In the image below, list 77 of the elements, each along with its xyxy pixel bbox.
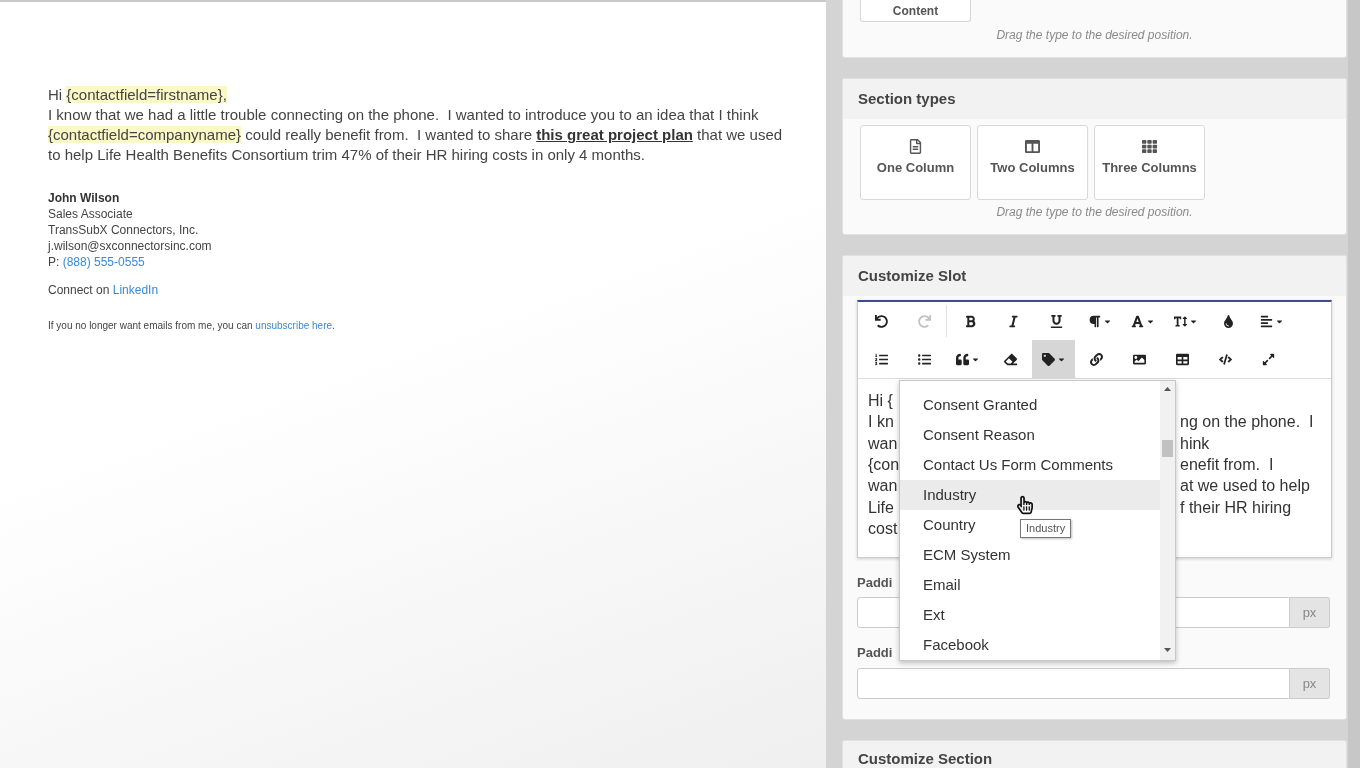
signature-company: TransSubX Connectors, Inc. [48, 222, 199, 238]
menu-item[interactable]: Country [923, 510, 976, 540]
section-type-button[interactable]: Two Columns [977, 125, 1088, 200]
linkedin-link[interactable]: LinkedIn [112, 283, 159, 297]
menu-item[interactable]: Consent Reason [923, 420, 1035, 450]
grid-icon [1142, 139, 1157, 154]
greeting-text: Hi {contactfield=firstname}, [48, 85, 227, 105]
unit-addon: px [1290, 597, 1330, 628]
two-column-icon [1025, 139, 1040, 154]
menu-item[interactable]: Facebook [923, 630, 989, 660]
field-label: Paddi [857, 575, 893, 590]
menu-item[interactable]: Email [923, 570, 961, 600]
tag-icon [1042, 352, 1055, 366]
phone-link[interactable]: (888) 555-0555 [62, 255, 145, 269]
merge-field-button[interactable] [1032, 340, 1075, 378]
document-icon [908, 139, 923, 154]
link-icon [1090, 352, 1103, 366]
editor-text: wan [868, 477, 898, 495]
image-icon [1133, 352, 1146, 366]
undo-icon [875, 314, 888, 328]
editor-text: {con [868, 456, 900, 473]
quote-icon [956, 352, 969, 366]
numbered-list-icon [875, 352, 888, 366]
editor-text: cost [868, 519, 898, 537]
menu-item[interactable]: ECM System [923, 540, 1011, 570]
droplet-icon [1222, 314, 1235, 328]
card-title: Customize Slot [858, 265, 967, 286]
align-left-icon [1260, 314, 1273, 328]
underline-icon [1050, 314, 1063, 328]
pilcrow-icon [1088, 314, 1101, 328]
hand-cursor-icon [1017, 495, 1033, 515]
bold-icon [964, 314, 977, 328]
editor-text: Hi { [868, 392, 893, 409]
unsubscribe-text: If you no longer want emails from me, you can unsubscribe here. [48, 319, 335, 333]
table-icon [1176, 352, 1189, 366]
bullet-list-icon [918, 352, 931, 366]
editor-text: wan [868, 434, 898, 452]
card-title: Section types [858, 88, 956, 109]
scrollbar-thumb[interactable] [1162, 440, 1173, 457]
redo-icon [918, 314, 931, 328]
padding-input[interactable] [857, 668, 1290, 699]
card-title: Customize Section [858, 750, 994, 767]
body-paragraph: I know that we had a little trouble connecting on the phone. I wanted to introduce you to an idea that I think {contactfield=companyname} could really benefit from. I wanted to share this great project plan that we used to help Life Health Benefits Consortium trim 47% of their HR hiring costs in only 4 months. [48, 105, 784, 165]
content-type-button[interactable]: Content [860, 0, 971, 22]
expand-icon [1262, 352, 1275, 366]
text-height-icon [1174, 314, 1187, 328]
signature-phone: P: (888) 555-0555 [48, 254, 145, 270]
section-type-button[interactable]: One Column [860, 125, 971, 200]
tooltip: Industry [1020, 519, 1072, 538]
editor-text: at we used to help [1180, 477, 1310, 495]
scroll-up-arrow-icon[interactable] [1164, 387, 1171, 391]
signature-title: Sales Associate [48, 206, 133, 222]
signature-name: John Wilson [48, 190, 120, 206]
editor-text: I kn [868, 413, 894, 431]
scroll-down-arrow-icon[interactable] [1164, 648, 1171, 652]
social-text: Connect on LinkedIn [48, 282, 159, 298]
field-label: Paddi [857, 645, 893, 660]
editor-text: hink [1180, 434, 1210, 452]
section-type-button[interactable]: Three Columns [1094, 125, 1205, 200]
eraser-icon [1004, 352, 1017, 366]
signature-email: j.wilson@sxconnectorsinc.com [48, 238, 212, 254]
editor-text: f their HR hiring [1180, 498, 1292, 516]
editor-text: enefit from. I [1180, 456, 1274, 473]
drag-hint: Drag the type to the desired position. [995, 204, 1194, 221]
menu-scrollbar[interactable] [1160, 381, 1175, 660]
menu-item[interactable]: Ext [923, 600, 945, 630]
code-icon [1219, 352, 1232, 366]
drag-hint: Drag the type to the desired position. [995, 27, 1194, 44]
editor-text: Life [868, 498, 894, 516]
inline-link[interactable]: this great project plan [536, 126, 693, 143]
menu-item[interactable]: Contact Us Form Comments [923, 450, 1114, 480]
editor-text: ng on the phone. I [1180, 413, 1314, 431]
letter-a-icon [1131, 314, 1144, 328]
menu-item[interactable]: Consent Granted [923, 390, 1038, 420]
unit-addon: px [1290, 668, 1330, 699]
italic-icon [1007, 314, 1020, 328]
menu-item[interactable]: Industry [900, 480, 1160, 510]
